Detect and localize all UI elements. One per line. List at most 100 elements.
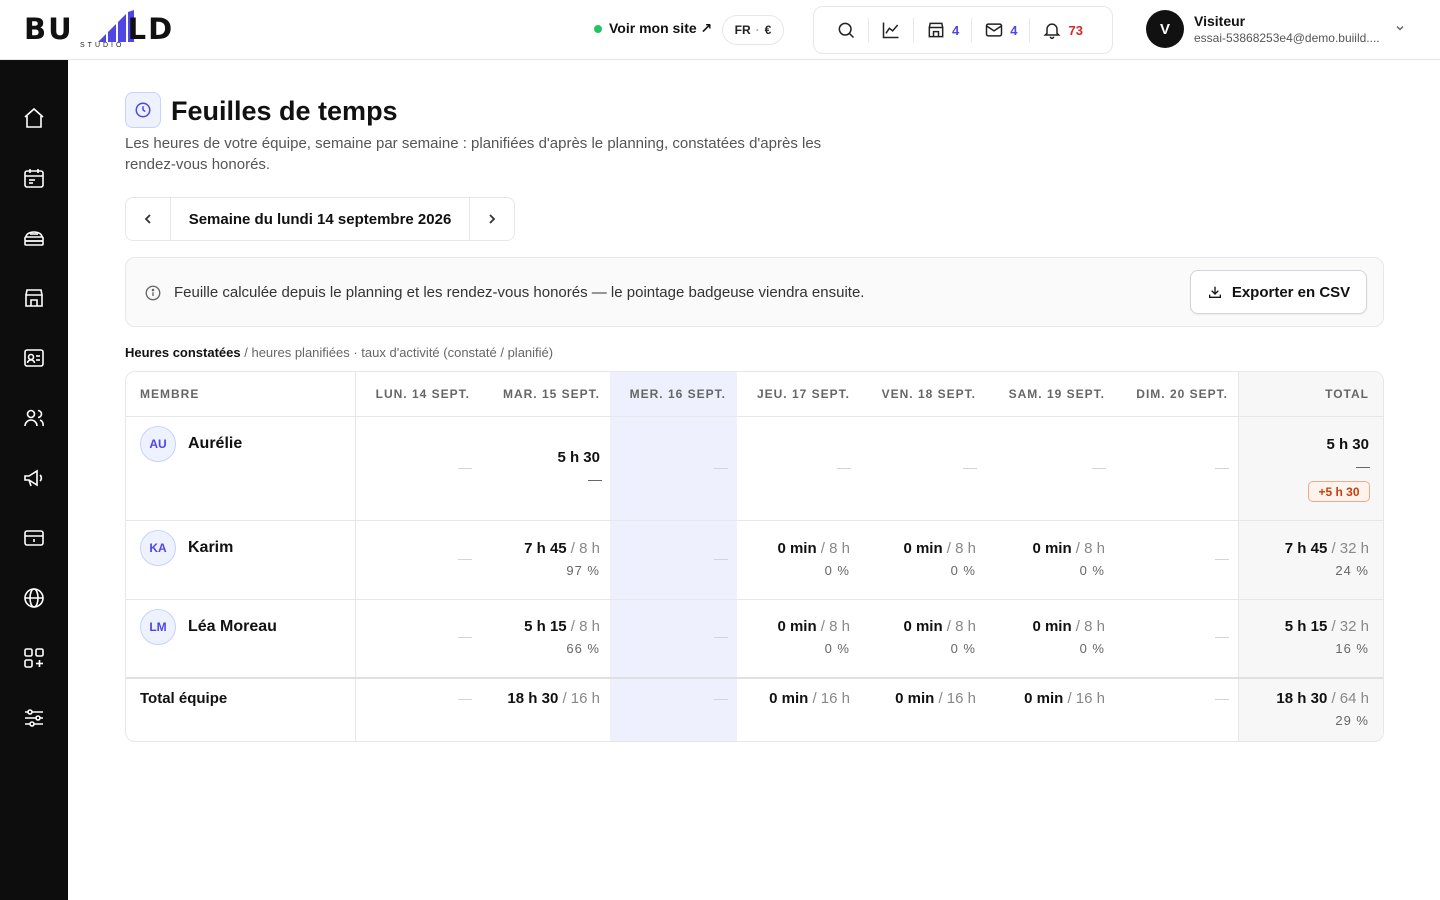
notifications-button[interactable]: 73 [1030,18,1094,42]
calendar-icon[interactable] [22,166,46,190]
member-name: Karim [188,539,234,556]
actual-hours: 0 min [1032,618,1072,635]
user-email: essai-53868253e4@demo.buiild.... [1194,31,1380,45]
total-actual-hours: 5 h 15 [1284,618,1328,635]
store-count-badge: 4 [952,22,960,38]
home-icon[interactable] [22,106,46,130]
actual-hours: 5 h 30 [557,449,600,466]
logo[interactable]: BU LD STUDIO [24,8,184,52]
empty-cell-dash [458,637,472,638]
week-navigator: Semaine du lundi 14 septembre 2026 [125,197,515,241]
chevron-left-icon [144,214,151,224]
planned-hours: / 16 h [808,690,850,707]
member-name: Léa Moreau [188,618,277,635]
header-day-1: LUN. 14 SEPT. [375,387,470,401]
language-currency-selector[interactable]: FR · € [722,15,784,45]
total-actual-hours: 7 h 45 [1284,540,1328,557]
activity-rate: 0 % [1079,563,1105,578]
planned-hours: / 8 h [816,540,850,557]
store-icon [928,22,944,38]
chevron-down-icon[interactable] [1394,22,1406,34]
website-icon[interactable] [22,586,46,610]
sidebar [0,60,68,900]
empty-cell-dash [714,468,728,469]
activity-rate: 0 % [824,563,850,578]
activity-rate: 66 % [566,641,600,656]
logo-subtitle: STUDIO [80,42,125,49]
page-subtitle: Les heures de votre équipe, semaine par … [125,135,822,173]
member-column-divider [355,372,356,741]
cell-day-4: 0 min / 8 h 0 % [777,540,850,579]
mail-button[interactable]: 4 [972,18,1031,42]
marketing-icon[interactable] [22,466,46,490]
empty-cell-dash [963,468,977,469]
search-button[interactable] [824,18,869,42]
store-icon[interactable] [22,286,46,310]
table-row-member[interactable]: AU Aurélie [140,426,242,462]
empty-cell-dash [714,699,728,700]
footer-cell-day-6: 0 min / 16 h [1024,690,1105,708]
team-icon[interactable] [22,406,46,430]
planned-hours: / 8 h [816,618,850,635]
chevron-right-icon [489,214,496,224]
header-tools: 4 4 73 [813,6,1113,54]
header-total: TOTAL [1325,387,1369,401]
total-activity-rate: 29 % [1335,713,1369,728]
empty-cell-dash [1092,468,1106,469]
overtime-badge: +5 h 30 [1308,481,1370,502]
header-day-4: JEU. 17 SEPT. [756,387,850,401]
row-divider [126,599,1383,600]
header-member: MEMBRE [140,387,200,401]
total-activity-rate: 24 % [1335,563,1369,578]
settings-icon[interactable] [22,706,46,730]
user-menu[interactable]: V Visiteur essai-53868253e4@demo.buiild.… [1146,10,1390,48]
table-row-member[interactable]: LM Léa Moreau [140,609,277,645]
page-title: Feuilles de temps [171,96,398,126]
activity-rate: 0 % [1079,641,1105,656]
avatar: V [1146,10,1184,48]
total-planned-hours: / 32 h [1327,618,1369,635]
footer-cell-day-5: 0 min / 16 h [895,690,976,708]
total-activity-rate: 16 % [1335,641,1369,656]
visit-site-label: Voir mon site ↗ [609,20,713,36]
avatar: AU [140,426,176,462]
highlighted-day-column [610,372,737,741]
activity-rate: 0 % [824,641,850,656]
header-day-6: SAM. 19 SEPT. [1008,387,1105,401]
header-day-5: VEN. 18 SEPT. [881,387,976,401]
mail-icon [985,23,1003,37]
online-status-dot [594,24,602,33]
footer-cell-day-4: 0 min / 16 h [769,690,850,708]
cell-total: 7 h 45 / 32 h 24 % [1285,540,1369,579]
services-icon[interactable] [22,226,46,250]
activity-rate: 97 % [566,563,600,578]
footer-cell-total: 18 h 30 / 64 h 29 % [1276,690,1369,729]
apps-icon[interactable] [22,646,46,670]
header-day-2: MAR. 15 SEPT. [502,387,600,401]
table-legend: Heures constatées / heures planifiées · … [125,345,553,360]
planned-dash [588,480,602,481]
table-row-member[interactable]: KA Karim [140,530,233,566]
empty-cell-dash [714,559,728,560]
store-button[interactable]: 4 [914,18,973,42]
total-actual-hours: 5 h 30 [1326,436,1369,453]
logo-text: BU LD [24,12,175,46]
cell-day-6: 0 min / 8 h 0 % [1032,540,1105,579]
planned-hours: / 8 h [942,618,976,635]
export-csv-button[interactable]: Exporter en CSV [1190,270,1367,314]
actual-hours: 0 min [769,690,809,707]
payments-icon[interactable] [22,526,46,550]
next-week-button[interactable] [469,198,514,240]
analytics-button[interactable] [869,18,914,42]
contacts-icon[interactable] [22,346,46,370]
previous-week-button[interactable] [126,198,171,240]
planned-hours: / 8 h [942,540,976,557]
separator-dot: · [755,23,760,37]
planned-hours: / 16 h [934,690,976,707]
actual-hours: 7 h 45 [524,540,567,557]
cell-day-2: 5 h 30 [557,449,600,467]
visit-site-link[interactable]: Voir mon site ↗ [594,20,712,37]
activity-rate: 0 % [950,563,976,578]
notifications-count-badge: 73 [1068,22,1083,38]
actual-hours: 0 min [1024,690,1064,707]
